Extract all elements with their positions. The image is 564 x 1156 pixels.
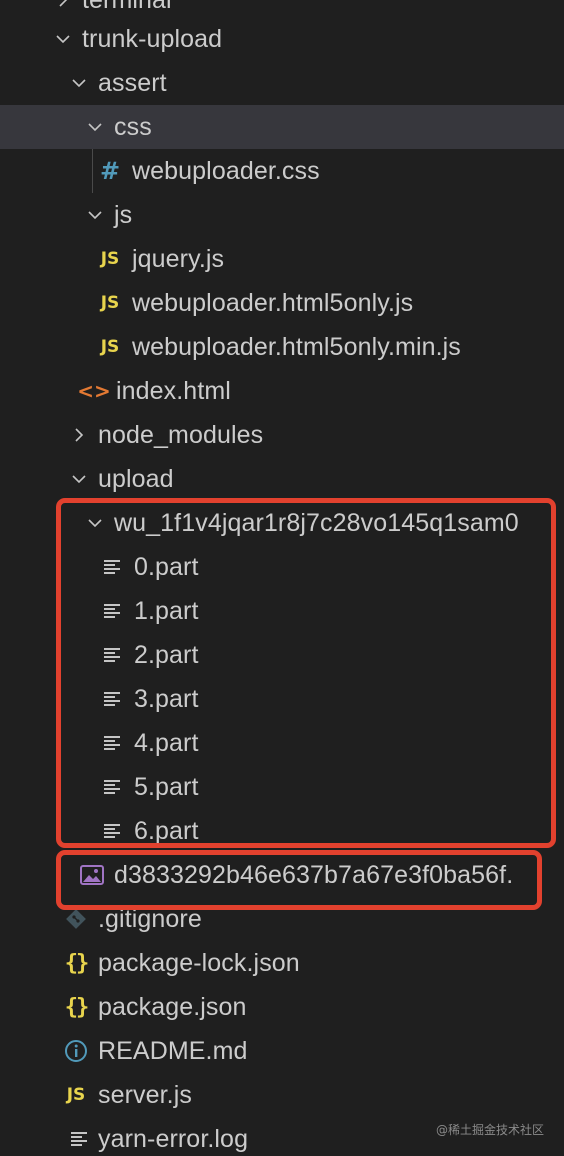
chevron-down-icon (84, 105, 106, 149)
tree-item-label: terminal (82, 0, 172, 15)
tree-item-package-lock-json[interactable]: {} package-lock.json (0, 941, 564, 985)
json-file-icon: {} (64, 994, 90, 1020)
json-file-icon: {} (64, 950, 90, 976)
tree-item-webuploader-html5only-min-js[interactable]: JS webuploader.html5only.min.js (0, 325, 564, 369)
tree-item-label: .gitignore (98, 904, 202, 933)
image-file-icon (80, 853, 104, 897)
tree-item-label: server.js (98, 1080, 192, 1109)
tree-item-label: trunk-upload (82, 24, 223, 53)
tree-item-merged-image[interactable]: d3833292b46e637b7a67e3f0ba56f. (0, 853, 564, 897)
chevron-right-icon (68, 413, 90, 457)
watermark: @稀土掘金技术社区 (435, 1123, 544, 1137)
tree-item-part-0[interactable]: 0.part (0, 545, 564, 589)
chevron-down-icon (84, 193, 106, 237)
tree-item-label: package-lock.json (98, 948, 300, 977)
tree-item-label: 1.part (134, 596, 199, 625)
tree-item-assert[interactable]: assert (0, 61, 564, 105)
chevron-down-icon (68, 457, 90, 501)
tree-item-label: 6.part (134, 816, 199, 845)
js-file-icon: JS (100, 337, 120, 357)
text-file-icon (70, 1117, 88, 1156)
tree-item-label: README.md (98, 1036, 248, 1065)
tree-item-part-2[interactable]: 2.part (0, 633, 564, 677)
tree-item-part-4[interactable]: 4.part (0, 721, 564, 765)
tree-item-index-html[interactable]: <> index.html (0, 369, 564, 413)
tree-item-webuploader-html5only-js[interactable]: JS webuploader.html5only.js (0, 281, 564, 325)
text-file-icon (100, 721, 124, 765)
tree-item-part-1[interactable]: 1.part (0, 589, 564, 633)
tree-item-part-6[interactable]: 6.part (0, 809, 564, 853)
tree-item-webuploader-css[interactable]: # webuploader.css (0, 149, 564, 193)
tree-item-trunk-upload[interactable]: trunk-upload (0, 17, 564, 61)
js-file-icon: JS (66, 1085, 86, 1105)
tree-item-js[interactable]: js (0, 193, 564, 237)
tree-item-label: 5.part (134, 772, 199, 801)
text-file-icon (100, 633, 124, 677)
text-file-icon (100, 677, 124, 721)
css-file-icon: # (99, 157, 121, 185)
tree-item-label: index.html (116, 376, 231, 405)
tree-item-label: jquery.js (132, 244, 225, 273)
text-file-icon (100, 765, 124, 809)
tree-item-gitignore[interactable]: .gitignore (0, 897, 564, 941)
tree-item-label: webuploader.html5only.js (132, 288, 414, 317)
tree-item-label: d3833292b46e637b7a67e3f0ba56f. (114, 860, 514, 889)
tree-item-server-js[interactable]: JS server.js (0, 1073, 564, 1117)
tree-item-label: webuploader.html5only.min.js (132, 332, 461, 361)
tree-item-part-5[interactable]: 5.part (0, 765, 564, 809)
chevron-down-icon (68, 61, 90, 105)
tree-item-node-modules[interactable]: node_modules (0, 413, 564, 457)
tree-item-package-json[interactable]: {} package.json (0, 985, 564, 1029)
tree-item-label: 0.part (134, 552, 199, 581)
tree-item-label: yarn-error.log (98, 1124, 249, 1153)
tree-item-label: upload (98, 464, 174, 493)
tree-item-label: webuploader.css (132, 156, 320, 185)
tree-item-part-3[interactable]: 3.part (0, 677, 564, 721)
file-explorer: terminal trunk-upload assert css # webup… (0, 0, 564, 1156)
info-icon (64, 1029, 88, 1073)
tree-item-label: node_modules (98, 420, 264, 449)
text-file-icon (100, 809, 124, 853)
tree-item-label: 3.part (134, 684, 199, 713)
tree-item-jquery-js[interactable]: JS jquery.js (0, 237, 564, 281)
chevron-down-icon (84, 501, 106, 545)
tree-item-label: assert (98, 68, 167, 97)
tree-item-label: css (114, 112, 152, 141)
tree-item-label: wu_1f1v4jqar1r8j7c28vo145q1sam0 (114, 508, 519, 537)
text-file-icon (100, 545, 124, 589)
tree-item-css[interactable]: css (0, 105, 564, 149)
tree-item-label: js (114, 200, 133, 229)
js-file-icon: JS (100, 293, 120, 313)
tree-item-label: 4.part (134, 728, 199, 757)
tree-item-label: 2.part (134, 640, 199, 669)
html-file-icon: <> (77, 379, 111, 403)
chevron-down-icon (52, 17, 74, 61)
tree-item-label: package.json (98, 992, 247, 1021)
text-file-icon (100, 589, 124, 633)
tree-item-wu-folder[interactable]: wu_1f1v4jqar1r8j7c28vo145q1sam0 (0, 501, 564, 545)
git-icon (64, 897, 88, 941)
tree-item-readme-md[interactable]: README.md (0, 1029, 564, 1073)
tree-item-upload[interactable]: upload (0, 457, 564, 501)
js-file-icon: JS (100, 249, 120, 269)
